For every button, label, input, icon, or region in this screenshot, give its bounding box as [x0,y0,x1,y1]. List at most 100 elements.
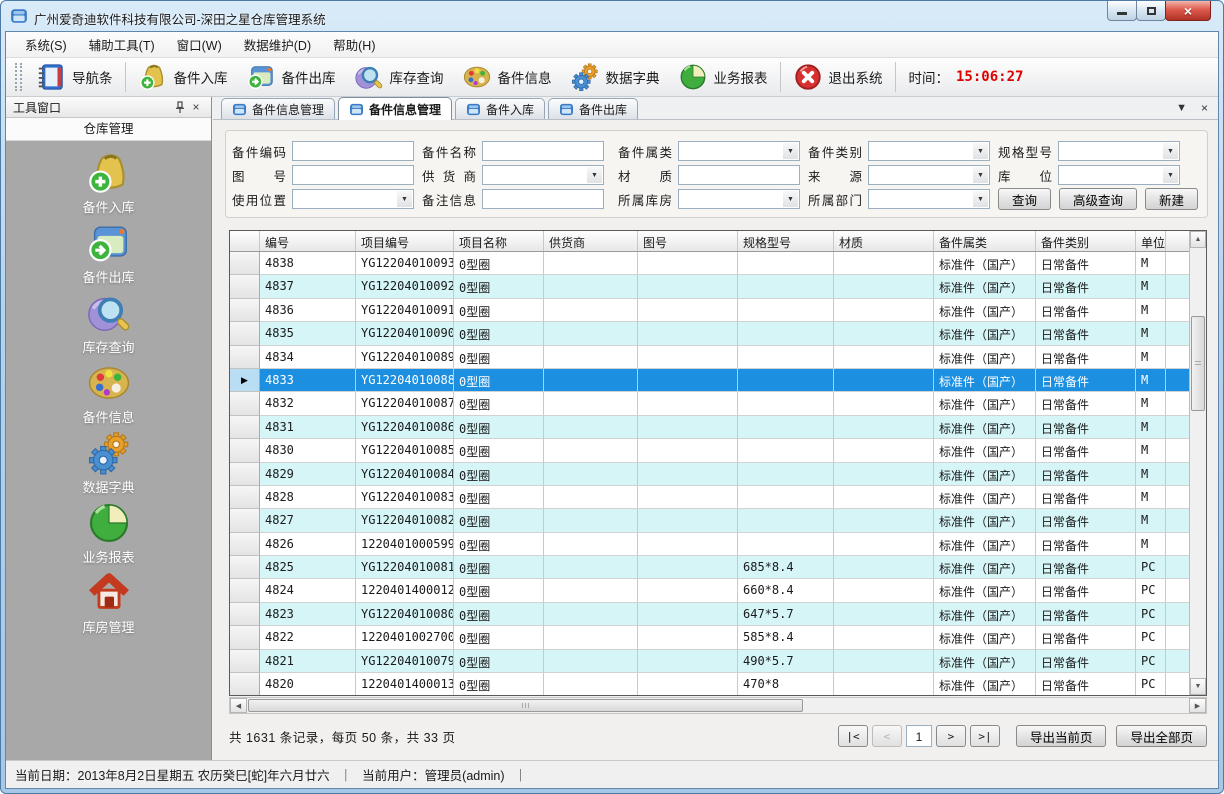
row-selector[interactable]: ▶ [230,369,260,392]
advanced-query-button[interactable]: 高级查询 [1059,188,1137,210]
row-selector[interactable] [230,299,260,322]
sidebar-item-inventory-query[interactable]: 库存查询 [6,290,211,360]
row-selector[interactable] [230,322,260,345]
toolbar-drag-handle[interactable] [15,63,22,91]
usage-position-select[interactable]: ▼ [292,189,414,209]
table-row[interactable]: 4837YG122040100920型圈标准件（国产）日常备件M [230,275,1206,298]
maximize-button[interactable] [1136,1,1166,21]
table-row[interactable]: 4830YG122040100850型圈标准件（国产）日常备件M [230,439,1206,462]
scroll-right-icon[interactable]: ▶ [1189,698,1206,713]
location-select[interactable]: ▼ [1058,165,1180,185]
export-current-page-button[interactable]: 导出当前页 [1016,725,1107,747]
horizontal-scrollbar[interactable]: ◀ ▶ [229,697,1207,714]
toolbar-stock-out[interactable]: 备件出库 [237,62,345,92]
table-row[interactable]: 4835YG122040100900型圈标准件（国产）日常备件M [230,322,1206,345]
warehouse-group-header[interactable]: 仓库管理 [6,118,211,141]
header-attr-class[interactable]: 备件属类 [934,231,1036,251]
spec-select[interactable]: ▼ [1058,141,1180,161]
page-number-input[interactable]: 1 [906,725,932,747]
row-selector[interactable] [230,626,260,649]
close-button[interactable]: × [1165,1,1211,21]
prev-page-button[interactable]: < [872,725,902,747]
tab-close-icon[interactable]: × [1201,101,1208,115]
header-unit[interactable]: 单位 [1136,231,1166,251]
table-row[interactable]: 4831YG122040100860型圈标准件（国产）日常备件M [230,416,1206,439]
tab-parts-info-management-2[interactable]: 备件信息管理 [338,97,452,120]
row-selector[interactable] [230,579,260,602]
row-selector[interactable] [230,650,260,673]
table-row[interactable]: 482012204014000130型圈470*8标准件（国产）日常备件PC [230,673,1206,696]
header-spec[interactable]: 规格型号 [738,231,834,251]
department-select[interactable]: ▼ [868,189,990,209]
table-row[interactable]: 4832YG122040100870型圈标准件（国产）日常备件M [230,392,1206,415]
scroll-up-icon[interactable]: ▲ [1190,231,1206,248]
row-selector[interactable] [230,556,260,579]
toolbar-business-report[interactable]: 业务报表 [669,62,777,92]
sidebar-item-stock-in[interactable]: 备件入库 [6,150,211,220]
row-selector[interactable] [230,392,260,415]
table-row[interactable]: 4827YG122040100820型圈标准件（国产）日常备件M [230,509,1206,532]
parts-name-input[interactable] [482,141,604,161]
tab-stock-out[interactable]: 备件出库 [548,98,638,119]
material-input[interactable] [678,165,800,185]
vertical-scrollbar-thumb[interactable] [1191,316,1205,411]
table-row[interactable]: 4823YG122040100800型圈647*5.7标准件（国产）日常备件PC [230,603,1206,626]
vertical-scrollbar[interactable]: ▲ ▼ [1189,231,1206,695]
first-page-button[interactable]: |< [838,725,868,747]
table-row[interactable]: 482412204014000120型圈660*8.4标准件（国产）日常备件PC [230,579,1206,602]
row-selector[interactable] [230,463,260,486]
pin-button[interactable] [172,100,188,115]
tab-parts-info-management-1[interactable]: 备件信息管理 [221,98,335,119]
row-selector[interactable] [230,509,260,532]
export-all-pages-button[interactable]: 导出全部页 [1116,725,1207,747]
table-row[interactable]: 4825YG122040100810型圈685*8.4标准件（国产）日常备件PC [230,556,1206,579]
row-selector[interactable] [230,673,260,696]
remark-input[interactable] [482,189,604,209]
last-page-button[interactable]: >| [970,725,1000,747]
table-row[interactable]: 4821YG122040100790型圈490*5.7标准件（国产）日常备件PC [230,650,1206,673]
sidebar-item-warehouse-management[interactable]: 库房管理 [6,570,211,640]
menu-aux-tools[interactable]: 辅助工具(T) [78,30,166,59]
row-selector[interactable] [230,533,260,556]
table-row[interactable]: 4829YG122040100840型圈标准件（国产）日常备件M [230,463,1206,486]
row-selector[interactable] [230,252,260,275]
header-material[interactable]: 材质 [834,231,934,251]
row-selector[interactable] [230,416,260,439]
parts-code-input[interactable] [292,141,414,161]
tab-list-dropdown-icon[interactable]: ▼ [1176,102,1187,114]
table-row[interactable]: 482612204010005990型圈标准件（国产）日常备件M [230,533,1206,556]
scroll-down-icon[interactable]: ▼ [1190,678,1206,695]
table-row[interactable]: 4838YG122040100930型圈标准件（国产）日常备件M [230,252,1206,275]
sidebar-item-business-report[interactable]: 业务报表 [6,500,211,570]
supplier-select[interactable]: ▼ [482,165,604,185]
toolbar-data-dictionary[interactable]: 数据字典 [561,62,669,92]
row-selector[interactable] [230,275,260,298]
figure-no-input[interactable] [292,165,414,185]
menu-help[interactable]: 帮助(H) [322,30,386,59]
menu-data-maintenance[interactable]: 数据维护(D) [233,30,322,59]
table-row[interactable]: 4828YG122040100830型圈标准件（国产）日常备件M [230,486,1206,509]
menu-window[interactable]: 窗口(W) [166,30,233,59]
header-category[interactable]: 备件类别 [1036,231,1136,251]
minimize-button[interactable] [1107,1,1137,21]
category-select[interactable]: ▼ [868,141,990,161]
sidebar-item-stock-out[interactable]: 备件出库 [6,220,211,290]
row-selector[interactable] [230,486,260,509]
toolbar-stock-in[interactable]: 备件入库 [129,62,237,92]
toolbar-inventory-query[interactable]: 库存查询 [345,62,453,92]
table-row[interactable]: 482212204010027000型圈585*8.4标准件（国产）日常备件PC [230,626,1206,649]
query-button[interactable]: 查询 [998,188,1051,210]
source-select[interactable]: ▼ [868,165,990,185]
row-selector[interactable] [230,603,260,626]
warehouse-select[interactable]: ▼ [678,189,800,209]
next-page-button[interactable]: > [936,725,966,747]
toolbar-parts-info[interactable]: 备件信息 [453,62,561,92]
table-row[interactable]: ▶4833YG122040100880型圈标准件（国产）日常备件M [230,369,1206,392]
scroll-left-icon[interactable]: ◀ [230,698,247,713]
toolbar-navigator[interactable]: 导航条 [27,62,122,92]
sidebar-item-parts-info[interactable]: 备件信息 [6,360,211,430]
row-selector[interactable] [230,346,260,369]
tab-stock-in[interactable]: 备件入库 [455,98,545,119]
header-figure-no[interactable]: 图号 [638,231,738,251]
header-id[interactable]: 编号 [260,231,356,251]
